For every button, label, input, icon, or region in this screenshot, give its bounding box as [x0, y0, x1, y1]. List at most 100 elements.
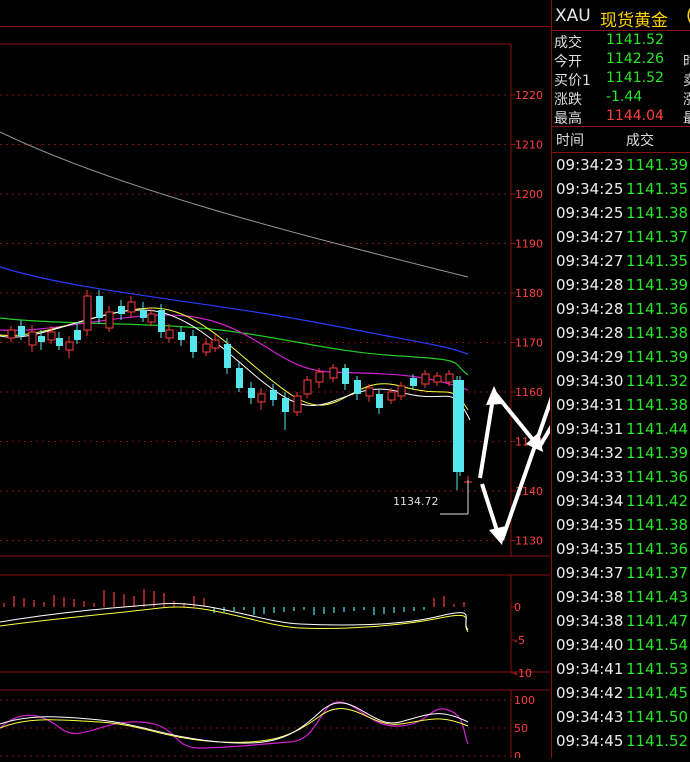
- quote-extra-label: 时: [683, 51, 690, 71]
- low-price-label: 1134.72: [393, 495, 439, 508]
- tick-row[interactable]: 09:34:34 1141.42: [552, 492, 690, 516]
- tick-price: 1141.53: [626, 660, 689, 678]
- candle: [190, 330, 197, 358]
- kdj-k-line: [0, 702, 469, 744]
- tick-time: 09:34:25: [556, 204, 624, 222]
- quote-row: 成交 1141.52: [552, 32, 690, 52]
- kline-chart-area[interactable]: 1220121012001190118011701160115011401130…: [0, 0, 689, 762]
- price-axis-label: 1200: [515, 188, 543, 201]
- candle: [303, 376, 312, 398]
- quote-extra-label: 涨: [683, 89, 690, 109]
- tick-price: 1141.42: [626, 492, 689, 510]
- tick-row[interactable]: 09:34:25 1141.35: [552, 180, 690, 204]
- candle: [118, 300, 125, 320]
- arrow-head-1: [486, 386, 502, 405]
- instrument-name-trail: (: [686, 6, 690, 26]
- candle: [74, 322, 81, 344]
- divider: [552, 30, 690, 31]
- candle: [202, 338, 211, 356]
- tick-row[interactable]: 09:34:25 1141.38: [552, 204, 690, 228]
- candle: [433, 372, 442, 386]
- tick-price: 1141.39: [626, 348, 689, 366]
- price-axis-label: 1210: [515, 139, 543, 152]
- candle: [96, 290, 103, 324]
- tick-row[interactable]: 09:34:28 1141.38: [552, 324, 690, 348]
- quote-extra-label: 最: [683, 108, 690, 128]
- tick-price: 1141.37: [626, 228, 689, 246]
- tick-row[interactable]: 09:34:28 1141.39: [552, 276, 690, 300]
- tick-time: 09:34:28: [556, 300, 624, 318]
- tick-price: 1141.35: [626, 252, 689, 270]
- candle: [376, 390, 383, 414]
- candle: [282, 392, 289, 430]
- tick-time: 09:34:29: [556, 348, 624, 366]
- tick-row[interactable]: 09:34:45 1141.52: [552, 732, 690, 756]
- ma-mid-line: [0, 266, 469, 355]
- kdj-axis-label: 50: [514, 722, 528, 735]
- tick-row[interactable]: 09:34:35 1141.38: [552, 516, 690, 540]
- tick-time: 09:34:42: [556, 684, 624, 702]
- tick-row[interactable]: 09:34:23 1141.39: [552, 156, 690, 180]
- kline-svg[interactable]: 1220121012001190118011701160115011401130…: [0, 0, 689, 762]
- tick-price: 1141.52: [626, 732, 689, 750]
- tick-row[interactable]: 09:34:31 1141.44: [552, 420, 690, 444]
- quote-label: 最高: [554, 111, 582, 127]
- tick-row[interactable]: 09:34:27 1141.35: [552, 252, 690, 276]
- candle: [105, 306, 114, 332]
- tick-row[interactable]: 09:34:32 1141.39: [552, 444, 690, 468]
- tick-price: 1141.39: [626, 156, 689, 174]
- tick-row[interactable]: 09:34:41 1141.53: [552, 660, 690, 684]
- tick-row[interactable]: 09:34:29 1141.39: [552, 348, 690, 372]
- tick-row[interactable]: 09:34:35 1141.36: [552, 540, 690, 564]
- tick-time: 09:34:35: [556, 516, 624, 534]
- quote-extra-label: 卖: [683, 70, 690, 90]
- tick-row[interactable]: 09:34:30 1141.32: [552, 372, 690, 396]
- tick-row[interactable]: 09:34:42 1141.45: [552, 684, 690, 708]
- price-axis-label: 1180: [515, 287, 543, 300]
- macd-axis-label: 0: [514, 601, 521, 614]
- tick-price: 1141.38: [626, 516, 689, 534]
- kdj-j-line: [0, 701, 469, 749]
- quote-row: 涨跌 -1.44 涨: [552, 89, 690, 109]
- instrument-symbol: XAU: [555, 6, 591, 26]
- price-axis-label: 1160: [515, 386, 543, 399]
- tick-row[interactable]: 09:34:31 1141.38: [552, 396, 690, 420]
- tick-row[interactable]: 09:34:43 1141.50: [552, 708, 690, 732]
- price-axis-label: 1220: [515, 89, 543, 102]
- tick-time: 09:34:28: [556, 324, 624, 342]
- tick-row[interactable]: 09:34:38 1141.43: [552, 588, 690, 612]
- tick-time: 09:34:45: [556, 732, 624, 750]
- candle: [270, 384, 277, 406]
- tick-price: 1141.36: [626, 300, 689, 318]
- candle: [421, 370, 430, 388]
- ma-line-white: [0, 309, 471, 421]
- tick-time: 09:34:38: [556, 612, 624, 630]
- candle: [293, 392, 302, 416]
- candle: [397, 382, 406, 400]
- tick-time: 09:34:43: [556, 708, 624, 726]
- tick-price: 1141.35: [626, 180, 689, 198]
- tick-row[interactable]: 09:34:27 1141.37: [552, 228, 690, 252]
- candle: [140, 302, 147, 322]
- tick-price: 1141.45: [626, 684, 689, 702]
- instrument-name: 现货黄金: [600, 11, 668, 30]
- tick-row[interactable]: 09:34:38 1141.47: [552, 612, 690, 636]
- tick-price: 1141.38: [626, 396, 689, 414]
- tick-row[interactable]: 09:34:37 1141.37: [552, 564, 690, 588]
- quote-row: 最高 1144.04 最: [552, 108, 690, 128]
- tick-price: 1141.43: [626, 588, 689, 606]
- quote-value: 1144.04: [606, 108, 664, 124]
- candle: [83, 290, 92, 336]
- quote-value: -1.44: [606, 89, 643, 105]
- tick-row[interactable]: 09:34:28 1141.36: [552, 300, 690, 324]
- tick-time: 09:34:28: [556, 276, 624, 294]
- tick-row[interactable]: 09:34:33 1141.36: [552, 468, 690, 492]
- tick-price: 1141.50: [626, 708, 689, 726]
- tick-row[interactable]: 09:34:40 1141.54: [552, 636, 690, 660]
- tick-price: 1141.38: [626, 204, 689, 222]
- quote-label: 买价1: [554, 73, 591, 89]
- price-axis-label: 1190: [515, 238, 543, 251]
- chart-top-strip: [0, 0, 550, 27]
- price-axis-label: 1170: [515, 337, 543, 350]
- kdj-axis-label: 0: [514, 750, 521, 758]
